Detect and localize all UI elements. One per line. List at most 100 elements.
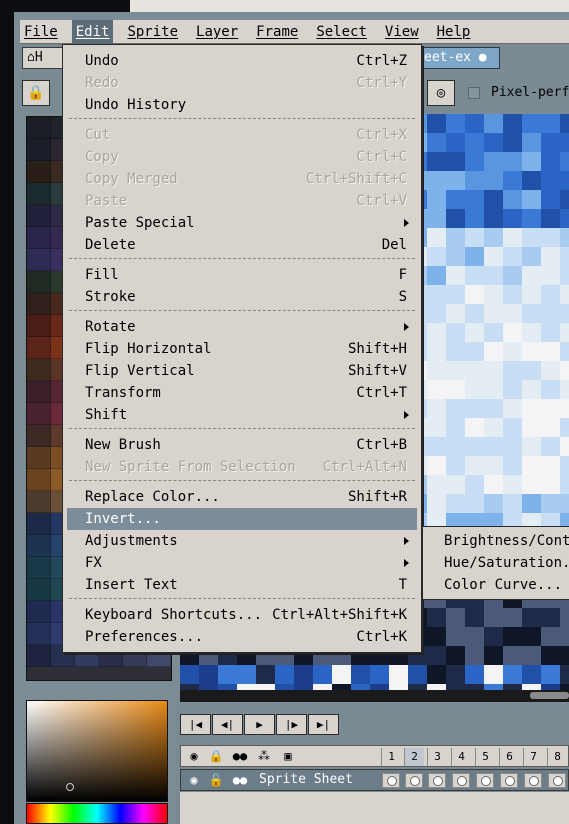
canvas-pixel: [503, 646, 522, 665]
menu-item-flip-vertical[interactable]: Flip Vertical Shift+V: [67, 360, 417, 382]
magnifier-icon[interactable]: ◎: [427, 80, 455, 106]
lock-icon[interactable]: 🔒: [22, 80, 50, 106]
frame-number[interactable]: 6: [499, 748, 519, 766]
palette-swatch[interactable]: [27, 293, 51, 315]
first-frame-icon[interactable]: |◀: [180, 714, 211, 735]
cel[interactable]: [405, 773, 423, 788]
palette-swatch[interactable]: [27, 469, 51, 491]
submenu-color-curve[interactable]: Color Curve...: [444, 574, 562, 596]
menu-item-replace-color[interactable]: Replace Color... Shift+R: [67, 486, 417, 508]
palette-swatch[interactable]: [27, 183, 51, 205]
palette-swatch[interactable]: [27, 359, 51, 381]
link-dots-icon[interactable]: ●●: [229, 772, 251, 789]
next-frame-icon[interactable]: |▶: [276, 714, 307, 735]
palette-swatch[interactable]: [27, 381, 51, 403]
menu-item-shift[interactable]: Shift: [67, 404, 417, 426]
palette-swatch[interactable]: [27, 579, 51, 601]
palette-swatch[interactable]: [27, 645, 51, 667]
palette-swatch[interactable]: [27, 601, 51, 623]
padlock-icon[interactable]: 🔓: [205, 772, 227, 789]
palette-swatch[interactable]: [27, 139, 51, 161]
menu-item-paste-special[interactable]: Paste Special: [67, 212, 417, 234]
menu-item-undo-history[interactable]: Undo History: [67, 94, 417, 116]
layer-name[interactable]: Sprite Sheet: [259, 772, 353, 787]
menu-help[interactable]: Help: [433, 20, 475, 44]
menu-file[interactable]: File: [20, 20, 62, 44]
menu-item-stroke[interactable]: Stroke S: [67, 286, 417, 308]
palette-swatch[interactable]: [27, 271, 51, 293]
menu-edit[interactable]: Edit: [71, 19, 114, 44]
menu-item-invert[interactable]: Invert...: [67, 508, 417, 530]
frame-number[interactable]: 8: [547, 748, 567, 766]
palette-swatch[interactable]: [27, 623, 51, 645]
menu-item-fx[interactable]: FX: [67, 552, 417, 574]
horizontal-scrollbar[interactable]: [180, 690, 569, 702]
cel[interactable]: [382, 773, 400, 788]
palette-swatch[interactable]: [27, 513, 51, 535]
menu-item-preferences[interactable]: Preferences... Ctrl+K: [67, 626, 417, 648]
palette-swatch[interactable]: [27, 337, 51, 359]
cel[interactable]: [548, 773, 566, 788]
color-picker-field[interactable]: [26, 700, 168, 802]
cel[interactable]: [524, 773, 542, 788]
submenu-hue-saturation[interactable]: Hue/Saturation...: [444, 552, 569, 574]
menu-item-fill[interactable]: Fill F: [67, 264, 417, 286]
menu-item-undo[interactable]: Undo Ctrl+Z: [67, 50, 417, 72]
play-icon[interactable]: ▶: [244, 714, 275, 735]
palette-swatch[interactable]: [27, 403, 51, 425]
menu-item-transform[interactable]: Transform Ctrl+T: [67, 382, 417, 404]
cel[interactable]: [452, 773, 470, 788]
menu-item-insert-text[interactable]: Insert Text T: [67, 574, 417, 596]
palette-swatch[interactable]: [27, 249, 51, 271]
menu-item-delete[interactable]: Delete Del: [67, 234, 417, 256]
pixel-perfect-checkbox[interactable]: [468, 87, 480, 99]
canvas-pixel: [503, 171, 522, 190]
cel[interactable]: [428, 773, 446, 788]
eye-icon[interactable]: ◉: [183, 772, 205, 789]
layers-icon[interactable]: ⁂: [253, 748, 275, 765]
palette-swatch[interactable]: [27, 425, 51, 447]
palette-swatch[interactable]: [27, 491, 51, 513]
tab-home[interactable]: ⌂H: [22, 47, 66, 69]
scrollbar-thumb[interactable]: [530, 692, 569, 699]
previous-frame-icon[interactable]: ◀|: [212, 714, 243, 735]
cel[interactable]: [500, 773, 518, 788]
menu-item-rotate[interactable]: Rotate: [67, 316, 417, 338]
frame-number[interactable]: 3: [427, 748, 447, 766]
link-dots-icon[interactable]: ●●: [229, 748, 251, 765]
menu-item-new-brush[interactable]: New Brush Ctrl+B: [67, 434, 417, 456]
menu-item-flip-horizontal[interactable]: Flip Horizontal Shift+H: [67, 338, 417, 360]
eye-icon[interactable]: ◉: [183, 748, 205, 765]
frame-number[interactable]: 5: [475, 748, 495, 766]
submenu-brightness-contrast[interactable]: Brightness/Cont: [444, 530, 569, 552]
menu-item-adjustments[interactable]: Adjustments: [67, 530, 417, 552]
menu-layer[interactable]: Layer: [192, 20, 242, 44]
padlock-icon[interactable]: 🔒: [205, 748, 227, 765]
last-frame-icon[interactable]: ▶|: [308, 714, 339, 735]
onion-skin-icon[interactable]: ▣: [277, 748, 299, 765]
frame-number-current[interactable]: 2: [404, 748, 424, 766]
menu-view[interactable]: View: [381, 20, 423, 44]
canvas-pixel: [484, 304, 503, 323]
palette-swatch[interactable]: [27, 227, 51, 249]
cel[interactable]: [476, 773, 494, 788]
menu-sprite[interactable]: Sprite: [123, 20, 182, 44]
menu-select[interactable]: Select: [312, 20, 371, 44]
palette-swatch[interactable]: [27, 117, 51, 139]
palette-swatch[interactable]: [27, 205, 51, 227]
frame-number[interactable]: 1: [381, 748, 401, 766]
color-picker-cursor[interactable]: [66, 783, 74, 791]
menu-item-keyboard-shortcuts[interactable]: Keyboard Shortcuts... Ctrl+Alt+Shift+K: [67, 604, 417, 626]
hue-slider[interactable]: [26, 803, 168, 824]
tab-sprite-file[interactable]: eet-ex ●: [420, 47, 500, 69]
palette-swatch[interactable]: [27, 315, 51, 337]
frame-number[interactable]: 4: [451, 748, 471, 766]
menu-frame[interactable]: Frame: [252, 20, 302, 44]
palette-swatch[interactable]: [27, 535, 51, 557]
palette-swatch[interactable]: [27, 161, 51, 183]
canvas-pixel: [427, 646, 446, 665]
palette-swatch[interactable]: [27, 557, 51, 579]
layer-row[interactable]: ◉ 🔓 ●● Sprite Sheet: [180, 769, 569, 791]
frame-number[interactable]: 7: [523, 748, 543, 766]
palette-swatch[interactable]: [27, 447, 51, 469]
